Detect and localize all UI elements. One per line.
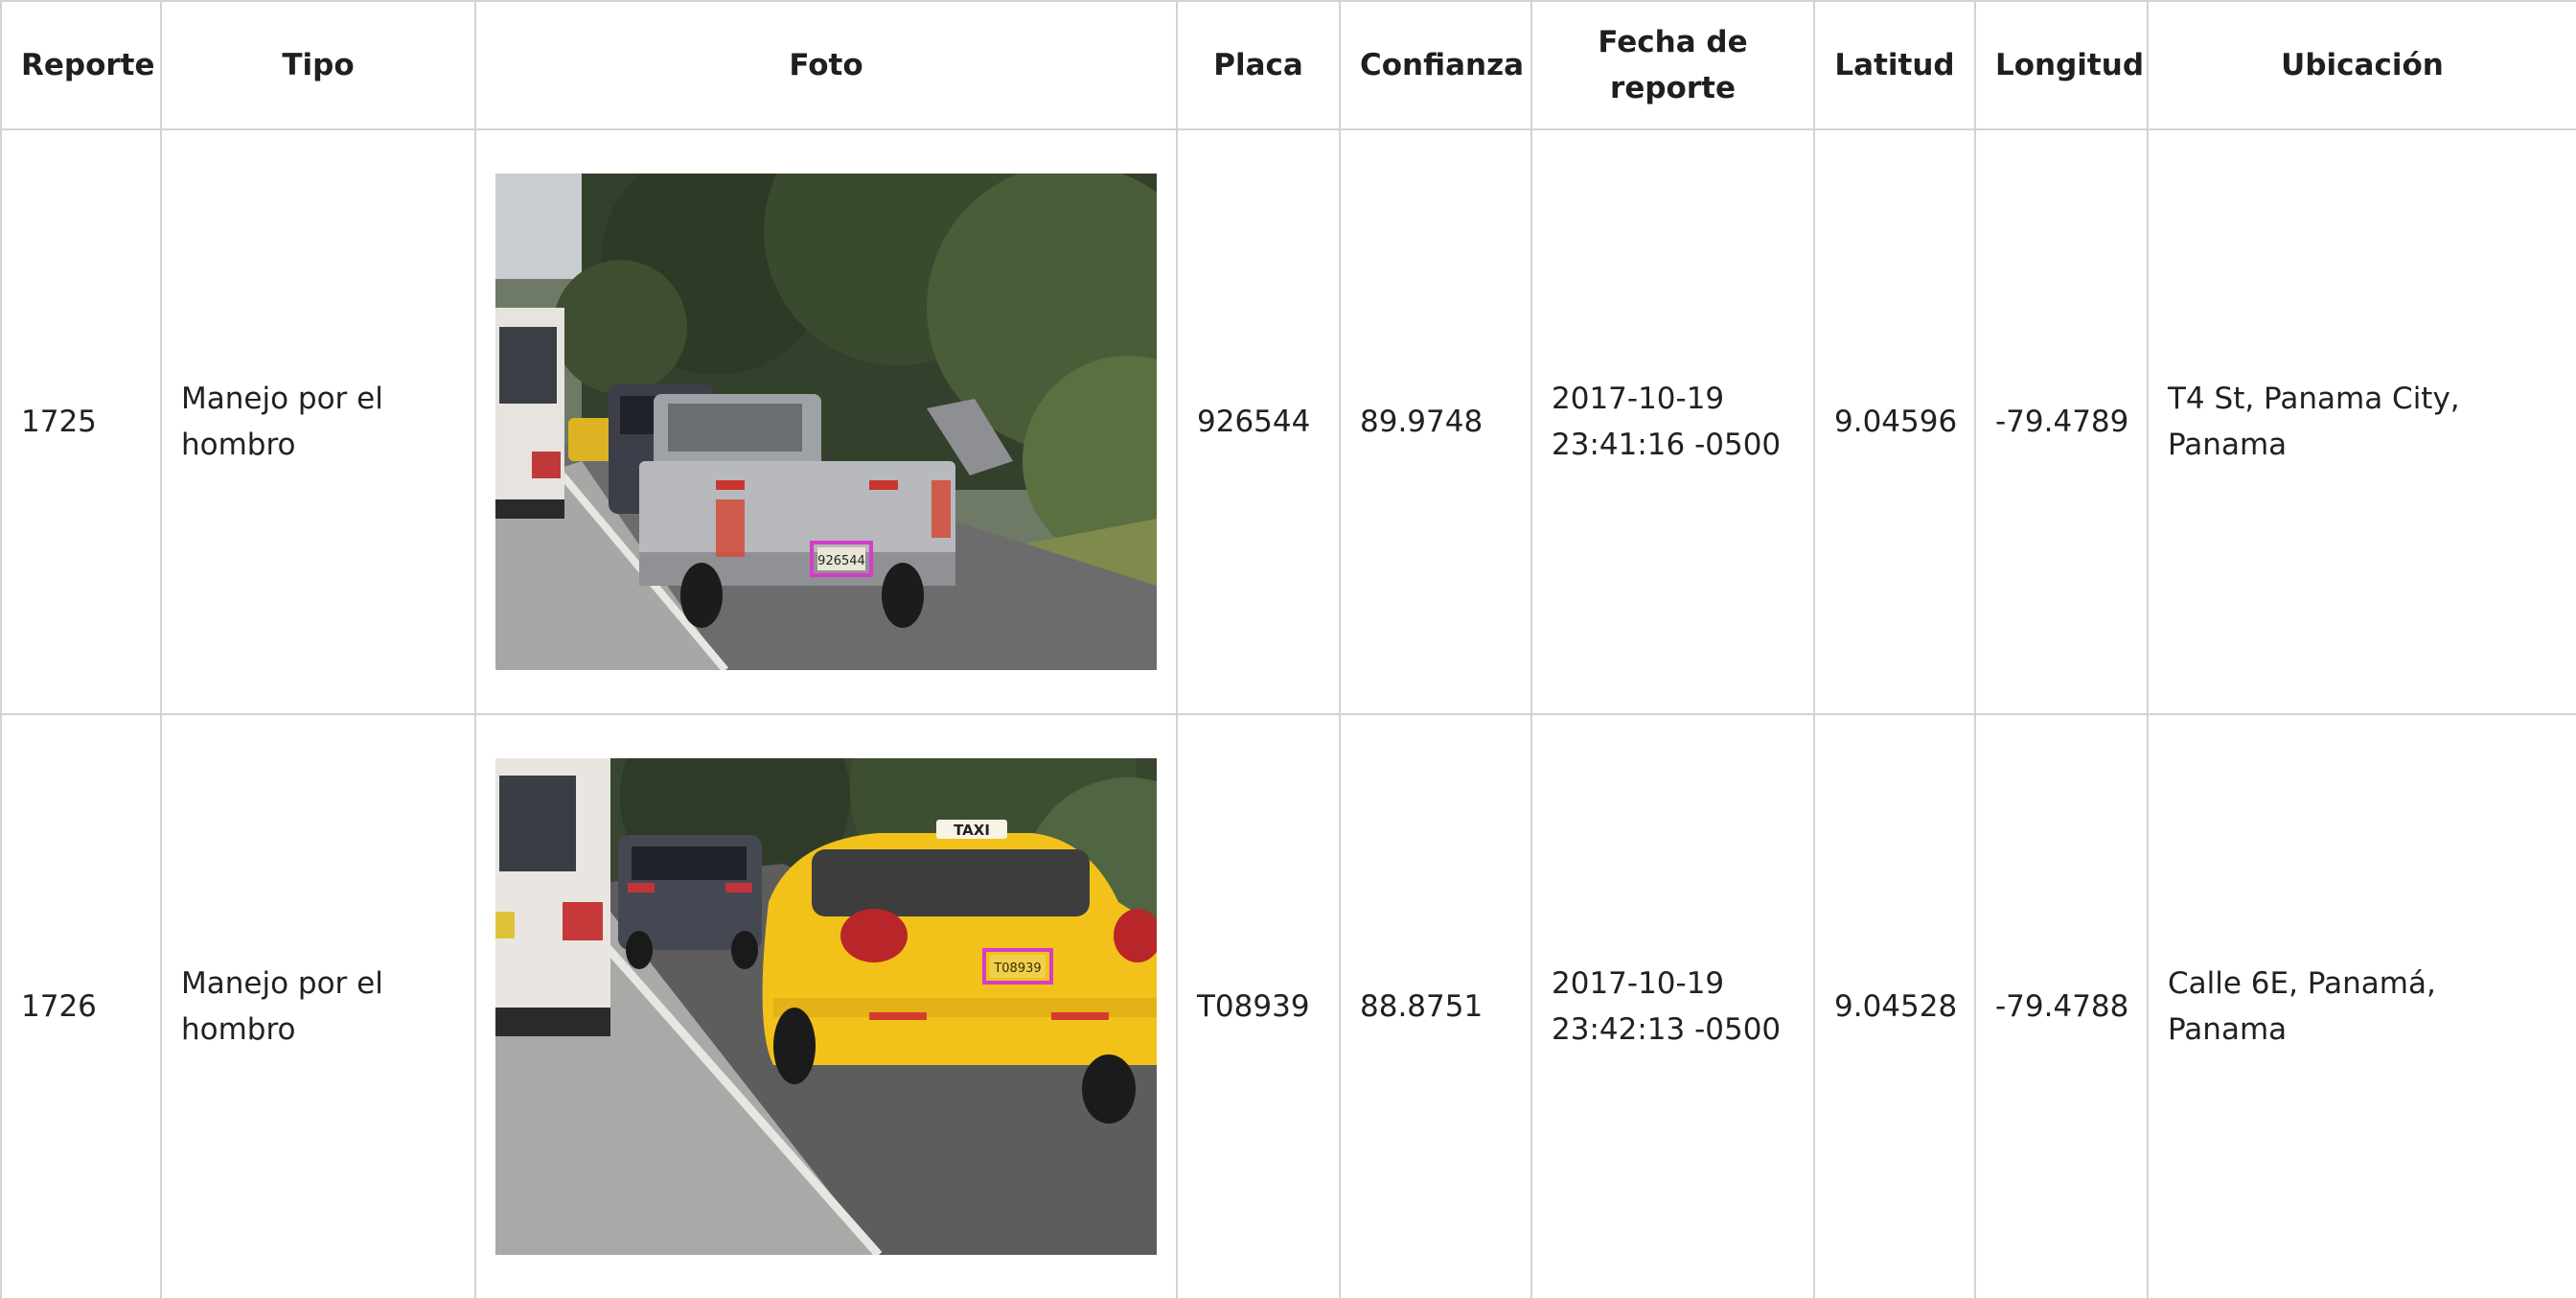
header-tipo: Tipo: [160, 0, 476, 130]
cell-fecha: 2017-10-19 23:42:13 -0500: [1530, 713, 1815, 1298]
cell-reporte: 1726: [0, 713, 162, 1298]
header-confianza: Confianza: [1339, 0, 1532, 130]
cell-confianza: 89.9748: [1339, 128, 1532, 715]
header-placa: Placa: [1176, 0, 1341, 130]
taxi-sign-text: TAXI: [954, 822, 990, 839]
plate-text: T08939: [993, 962, 1041, 976]
header-latitud: Latitud: [1813, 0, 1976, 130]
fecha-date: 2017-10-19: [1552, 966, 1725, 1001]
cell-placa: T08939: [1176, 713, 1341, 1298]
reports-table: Reporte Tipo Foto Placa Confianza Fecha …: [0, 0, 2576, 1298]
cell-confianza: 88.8751: [1339, 713, 1532, 1298]
header-longitud: Longitud: [1974, 0, 2149, 130]
cell-longitud: -79.4788: [1974, 713, 2149, 1298]
cell-ubicacion: T4 St, Panama City, Panama: [2147, 128, 2576, 715]
report-photo[interactable]: TAXI T08939: [495, 758, 1157, 1255]
header-row: Reporte Tipo Foto Placa Confianza Fecha …: [0, 0, 2576, 130]
cell-foto: TAXI T08939: [474, 713, 1178, 1298]
header-ubicacion: Ubicación: [2147, 0, 2576, 130]
cell-longitud: -79.4789: [1974, 128, 2149, 715]
table-row: 1726 Manejo por el hombro TAXI T08939 T0…: [0, 713, 2576, 1298]
plate-text: 926544: [817, 554, 865, 568]
header-reporte: Reporte: [0, 0, 162, 130]
cell-ubicacion: Calle 6E, Panamá, Panama: [2147, 713, 2576, 1298]
report-photo[interactable]: 926544: [495, 174, 1157, 670]
fecha-time: 23:42:13 -0500: [1552, 1012, 1782, 1047]
fecha-date: 2017-10-19: [1552, 382, 1725, 416]
cell-reporte: 1725: [0, 128, 162, 715]
cell-foto: 926544: [474, 128, 1178, 715]
fecha-time: 23:41:16 -0500: [1552, 428, 1782, 462]
table-row: 1725 Manejo por el hombro 926544 926544 …: [0, 128, 2576, 715]
header-fecha: Fecha de reporte: [1530, 0, 1815, 130]
cell-fecha: 2017-10-19 23:41:16 -0500: [1530, 128, 1815, 715]
cell-latitud: 9.04528: [1813, 713, 1976, 1298]
header-foto: Foto: [474, 0, 1178, 130]
cell-tipo: Manejo por el hombro: [160, 713, 476, 1298]
cell-tipo: Manejo por el hombro: [160, 128, 476, 715]
cell-placa: 926544: [1176, 128, 1341, 715]
cell-latitud: 9.04596: [1813, 128, 1976, 715]
